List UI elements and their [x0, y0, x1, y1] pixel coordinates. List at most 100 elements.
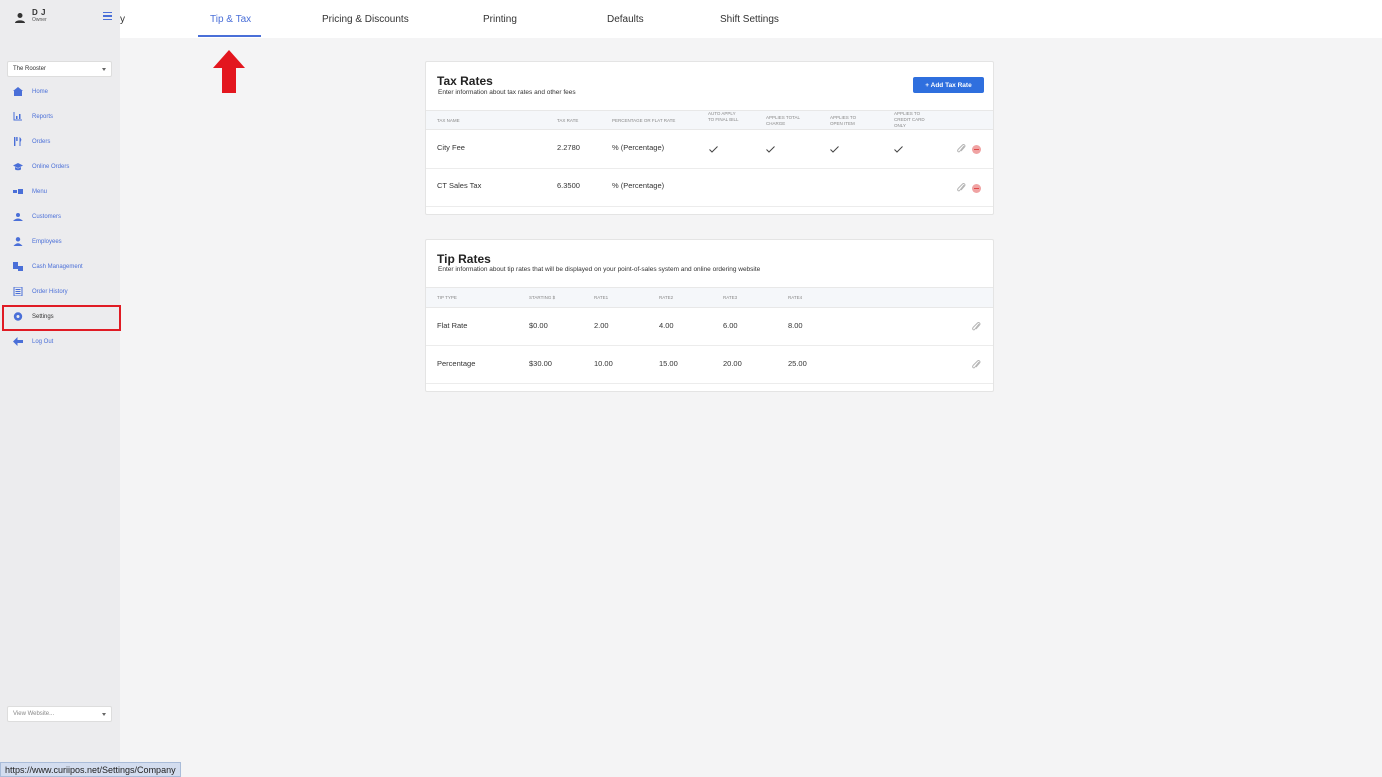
tax-name-cell: CT Sales Tax: [437, 181, 482, 190]
tax-type-cell: % (Percentage): [612, 181, 665, 190]
view-website-select[interactable]: View Website...: [7, 706, 112, 722]
add-tax-rate-button[interactable]: + Add Tax Rate: [913, 77, 984, 93]
tip-type-cell: Flat Rate: [437, 321, 468, 330]
history-icon: [13, 287, 23, 296]
store-select-value: The Rooster: [13, 66, 47, 72]
table-row: Percentage $30.00 10.00 15.00 20.00 25.0…: [426, 346, 993, 384]
tip-rates-card: Tip Rates Enter information about tip ra…: [425, 239, 994, 392]
check-icon: [830, 146, 839, 153]
tab-pricing-discounts[interactable]: Pricing & Discounts: [322, 14, 409, 25]
tax-name-cell: City Fee: [437, 143, 465, 152]
sidebar-item-online-orders[interactable]: Online Orders: [0, 154, 120, 179]
sidebar-item-employees[interactable]: Employees: [0, 229, 120, 254]
th-percentage-or-flat: PERCENTAGE OR FLAT RATE: [612, 118, 676, 123]
tax-rates-title: Tax Rates: [437, 74, 493, 88]
th-tax-rate: TAX RATE: [557, 118, 579, 123]
delete-icon[interactable]: [972, 145, 981, 154]
edit-paperclip-icon[interactable]: [972, 322, 981, 332]
view-website-value: View Website...: [13, 711, 55, 717]
sidebar-item-label: Cash Management: [32, 263, 83, 270]
user-info: D J Owner: [14, 9, 47, 24]
sidebar-item-label: Customers: [32, 213, 62, 220]
tip-rate1-cell: 2.00: [594, 321, 609, 330]
th-applies-open: APPLIES TO OPEN ITEM: [830, 115, 857, 127]
tip-rate3-cell: 20.00: [723, 359, 742, 368]
th-tax-name: TAX NAME: [437, 118, 460, 123]
status-bar-url: https://www.curiipos.net/Settings/Compan…: [0, 762, 181, 777]
arrow-left-icon: [13, 337, 23, 346]
tax-rates-subtitle: Enter information about tax rates and ot…: [438, 89, 576, 96]
sidebar-item-home[interactable]: Home: [0, 79, 120, 104]
sidebar-item-customers[interactable]: Customers: [0, 204, 120, 229]
sidebar-item-cash-management[interactable]: Cash Management: [0, 254, 120, 279]
sidebar-item-settings[interactable]: Settings: [0, 304, 121, 331]
tip-rate1-cell: 10.00: [594, 359, 613, 368]
edit-paperclip-icon[interactable]: [972, 360, 981, 370]
tip-rate2-cell: 4.00: [659, 321, 674, 330]
th-rate2: RATE2: [659, 295, 674, 300]
tab-printing[interactable]: Printing: [483, 14, 517, 25]
sidebar-item-label: Reports: [32, 113, 54, 120]
cash-icon: [13, 262, 23, 271]
edit-paperclip-icon[interactable]: [957, 144, 966, 154]
tab-tip-tax[interactable]: Tip & Tax: [210, 14, 251, 25]
sidebar-item-log-out[interactable]: Log Out: [0, 329, 120, 354]
red-up-arrow-icon: [213, 50, 245, 93]
menu-book-icon: [13, 189, 23, 194]
sidebar-item-order-history[interactable]: Order History: [0, 279, 120, 304]
gear-icon: [13, 312, 23, 321]
th-applies-credit: APPLIES TO CREDIT CARD ONLY: [894, 111, 925, 129]
sidebar-item-label: Order History: [32, 288, 68, 295]
tip-rate4-cell: 8.00: [788, 321, 803, 330]
sidebar-item-label: Menu: [32, 188, 48, 195]
tab-partial[interactable]: y: [120, 14, 125, 25]
table-row: Flat Rate $0.00 2.00 4.00 6.00 8.00: [426, 308, 993, 346]
sidebar-nav: Home Reports Orders Online Orders Menu C…: [0, 79, 121, 354]
th-rate3: RATE3: [723, 295, 738, 300]
grad-cap-icon: [13, 163, 23, 171]
active-tab-underline: [198, 35, 261, 37]
th-rate4: RATE4: [788, 295, 803, 300]
tip-rates-title: Tip Rates: [437, 252, 491, 266]
store-select[interactable]: The Rooster: [7, 61, 112, 77]
user-avatar-icon: [15, 13, 25, 23]
check-icon: [894, 146, 903, 153]
th-starting: STARTING $: [529, 295, 556, 300]
tax-rates-header: TAX NAME TAX RATE PERCENTAGE OR FLAT RAT…: [426, 110, 993, 130]
user-name: D J: [32, 8, 46, 17]
tab-shift-settings[interactable]: Shift Settings: [720, 14, 779, 25]
cutlery-icon: [14, 137, 22, 146]
sidebar-item-label: Home: [32, 88, 49, 95]
tip-starting-cell: $30.00: [529, 359, 552, 368]
tip-rate3-cell: 6.00: [723, 321, 738, 330]
th-applies-total: APPLIES TOTAL CHARGE: [766, 115, 800, 127]
sidebar-item-reports[interactable]: Reports: [0, 104, 120, 129]
tip-starting-cell: $0.00: [529, 321, 548, 330]
tab-defaults[interactable]: Defaults: [607, 14, 644, 25]
hamburger-menu-icon[interactable]: [103, 12, 112, 20]
sidebar-item-label: Online Orders: [32, 163, 70, 170]
tax-type-cell: % (Percentage): [612, 143, 665, 152]
tax-rates-card: Tax Rates Enter information about tax ra…: [425, 61, 994, 215]
edit-paperclip-icon[interactable]: [957, 183, 966, 193]
tip-rates-header: TIP TYPE STARTING $ RATE1 RATE2 RATE3 RA…: [426, 287, 993, 308]
th-auto-apply: AUTO APPLY TO FINAL BILL: [708, 111, 739, 123]
th-tip-type: TIP TYPE: [437, 295, 457, 300]
settings-tabs: y Tip & Tax Pricing & Discounts Printing…: [120, 0, 1382, 38]
sidebar-item-orders[interactable]: Orders: [0, 129, 120, 154]
check-icon: [766, 146, 775, 153]
table-row: CT Sales Tax 6.3500 % (Percentage): [426, 169, 993, 207]
user-role: Owner: [32, 17, 47, 23]
chevron-down-icon: [102, 68, 106, 71]
th-rate1: RATE1: [594, 295, 609, 300]
delete-icon[interactable]: [972, 184, 981, 193]
bar-chart-icon: [13, 112, 22, 121]
sidebar-item-menu[interactable]: Menu: [0, 179, 120, 204]
sidebar-item-label: Settings: [32, 313, 54, 320]
tax-rate-cell: 6.3500: [557, 181, 580, 190]
check-icon: [709, 146, 718, 153]
chevron-down-icon: [102, 713, 106, 716]
customers-icon: [13, 213, 23, 221]
home-icon: [13, 87, 23, 96]
sidebar-item-label: Log Out: [32, 338, 54, 345]
